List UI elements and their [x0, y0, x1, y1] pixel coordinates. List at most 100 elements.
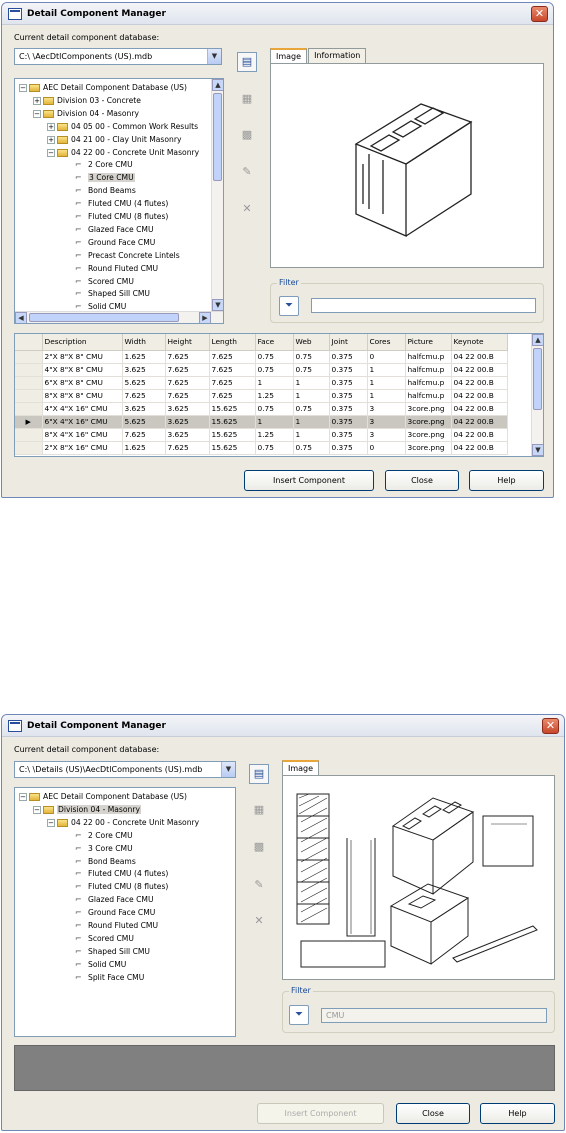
table-cell[interactable]: 1.25: [255, 428, 294, 442]
table-cell[interactable]: halfcmu.p: [405, 363, 452, 377]
table-cell[interactable]: 0.375: [329, 441, 368, 455]
scroll-right-arrow-icon[interactable]: ▶: [199, 312, 211, 323]
table-cell[interactable]: 0.75: [293, 363, 330, 377]
table-cell[interactable]: 3: [367, 402, 406, 416]
new-category-button[interactable]: ▦: [237, 89, 257, 109]
tree-node[interactable]: − Division 04 - Masonry: [33, 803, 141, 816]
tree-node[interactable]: ⌐ Precast Concrete Lintels: [75, 249, 180, 262]
table-cell[interactable]: 04 22 00.B: [451, 350, 508, 364]
tree-node[interactable]: ⌐ 2 Core CMU: [75, 829, 133, 842]
tree-node[interactable]: ⌐ Glazed Face CMU: [75, 223, 154, 236]
table-cell[interactable]: 1.25: [255, 389, 294, 403]
scroll-up-arrow-icon[interactable]: ▲: [532, 334, 543, 346]
edit-database-button[interactable]: ▤: [237, 52, 257, 72]
new-category-button[interactable]: ▦: [249, 800, 269, 820]
table-cell[interactable]: 15.625: [209, 441, 256, 455]
chevron-down-icon[interactable]: ▼: [207, 49, 221, 64]
table-cell[interactable]: 3: [367, 428, 406, 442]
tree-horizontal-scrollbar[interactable]: ◀ ▶: [15, 311, 223, 323]
close-button[interactable]: Close: [396, 1103, 470, 1124]
insert-component-button[interactable]: Insert Component: [244, 470, 374, 491]
table-cell[interactable]: 1: [293, 376, 330, 390]
tree-node[interactable]: − Division 04 - Masonry: [33, 107, 139, 120]
table-cell[interactable]: 1: [367, 376, 406, 390]
table-row[interactable]: 4"X 4"X 16" CMU 3.625 3.625 15.625 0.75 0.75 0…: [15, 402, 508, 416]
delete-button[interactable]: ✕: [249, 911, 269, 931]
tab-image[interactable]: Image: [270, 48, 308, 63]
row-header[interactable]: [15, 376, 43, 390]
table-cell[interactable]: 04 22 00.B: [451, 415, 508, 429]
table-cell[interactable]: 3core.png: [405, 415, 452, 429]
collapse-icon[interactable]: −: [19, 793, 27, 801]
new-component-button[interactable]: ▩: [249, 837, 269, 857]
scroll-thumb[interactable]: [533, 348, 542, 410]
tree-node[interactable]: ⌐ Fluted CMU (8 flutes): [75, 210, 168, 223]
table-cell[interactable]: 04 22 00.B: [451, 441, 508, 455]
table-cell[interactable]: 3: [367, 415, 406, 429]
column-header[interactable]: Picture: [405, 334, 452, 351]
help-button[interactable]: Help: [469, 470, 544, 491]
component-tree[interactable]: − AEC Detail Component Database (US) + Divi…: [14, 78, 224, 324]
tree-node[interactable]: ⌐ Shaped Sill CMU: [75, 945, 150, 958]
table-row[interactable]: 8"X 8"X 8" CMU 7.625 7.625 7.625 1.25 1 0.375 1…: [15, 389, 508, 403]
table-cell[interactable]: 1.625: [122, 350, 166, 364]
table-cell[interactable]: 15.625: [209, 415, 256, 429]
tree-node[interactable]: − 04 22 00 - Concrete Unit Masonry: [47, 146, 199, 159]
table-cell[interactable]: 6"X 4"X 16" CMU: [42, 415, 123, 429]
table-cell[interactable]: 04 22 00.B: [451, 376, 508, 390]
table-cell[interactable]: 1: [367, 389, 406, 403]
edit-component-button[interactable]: ✎: [249, 875, 269, 895]
table-row[interactable]: 6"X 8"X 8" CMU 5.625 7.625 7.625 1 1 0.375 1 hal…: [15, 376, 508, 390]
table-cell[interactable]: halfcmu.p: [405, 350, 452, 364]
table-cell[interactable]: 1: [293, 415, 330, 429]
table-cell[interactable]: 1: [367, 363, 406, 377]
table-cell[interactable]: 0.375: [329, 415, 368, 429]
new-component-button[interactable]: ▩: [237, 125, 257, 145]
table-cell[interactable]: 7.625: [165, 363, 210, 377]
table-cell[interactable]: 04 22 00.B: [451, 428, 508, 442]
tree-node[interactable]: ⌐ Fluted CMU (4 flutes): [75, 197, 168, 210]
scroll-thumb[interactable]: [213, 93, 222, 181]
table-cell[interactable]: 0.375: [329, 350, 368, 364]
table-row[interactable]: 8"X 4"X 16" CMU 7.625 3.625 15.625 1.25 1 0.37…: [15, 428, 508, 442]
close-window-button[interactable]: ✕: [542, 718, 559, 734]
tree-node[interactable]: ⌐ Ground Face CMU: [75, 906, 155, 919]
filter-funnel-icon[interactable]: ⏷: [289, 1005, 309, 1025]
table-cell[interactable]: 1.625: [122, 441, 166, 455]
table-row[interactable]: 2"X 8"X 8" CMU 1.625 7.625 7.625 0.75 0.75 0.3…: [15, 350, 508, 364]
table-cell[interactable]: 0.75: [255, 350, 294, 364]
tree-node[interactable]: ⌐ Glazed Face CMU: [75, 893, 154, 906]
column-header[interactable]: Joint: [329, 334, 368, 351]
expand-icon[interactable]: +: [47, 135, 55, 144]
collapse-icon[interactable]: −: [47, 148, 55, 157]
insert-component-button[interactable]: Insert Component: [257, 1103, 384, 1124]
tree-node[interactable]: ⌐ Fluted CMU (8 flutes): [75, 880, 168, 893]
tree-node[interactable]: ⌐ 2 Core CMU: [75, 158, 133, 171]
table-cell[interactable]: 0.375: [329, 389, 368, 403]
table-cell[interactable]: 04 22 00.B: [451, 363, 508, 377]
row-header[interactable]: [15, 350, 43, 364]
row-header[interactable]: [15, 441, 43, 455]
tree-node[interactable]: − AEC Detail Component Database (US): [19, 81, 187, 94]
table-cell[interactable]: 4"X 8"X 8" CMU: [42, 363, 123, 377]
table-cell[interactable]: 1: [255, 376, 294, 390]
table-cell[interactable]: 7.625: [165, 441, 210, 455]
tree-node[interactable]: ⌐ Solid CMU: [75, 958, 126, 971]
table-cell[interactable]: 0.75: [255, 402, 294, 416]
table-cell[interactable]: 6"X 8"X 8" CMU: [42, 376, 123, 390]
column-header[interactable]: Width: [122, 334, 166, 351]
edit-component-button[interactable]: ✎: [237, 162, 257, 182]
table-cell[interactable]: 3.625: [122, 402, 166, 416]
table-cell[interactable]: 04 22 00.B: [451, 402, 508, 416]
tree-node[interactable]: ⌐ Scored CMU: [75, 275, 134, 288]
edit-database-button[interactable]: ▤: [249, 764, 269, 784]
table-cell[interactable]: 1: [293, 389, 330, 403]
collapse-icon[interactable]: −: [19, 84, 27, 92]
component-table[interactable]: Description Width Height Length Face Web Joint…: [14, 333, 544, 457]
chevron-down-icon[interactable]: ▼: [221, 762, 235, 777]
table-cell[interactable]: 3core.png: [405, 402, 452, 416]
filter-input[interactable]: CMU: [321, 1008, 547, 1023]
table-cell[interactable]: 7.625: [165, 389, 210, 403]
help-button[interactable]: Help: [480, 1103, 555, 1124]
table-row[interactable]: 4"X 8"X 8" CMU 3.625 7.625 7.625 0.75 0.75 0.3…: [15, 363, 508, 377]
